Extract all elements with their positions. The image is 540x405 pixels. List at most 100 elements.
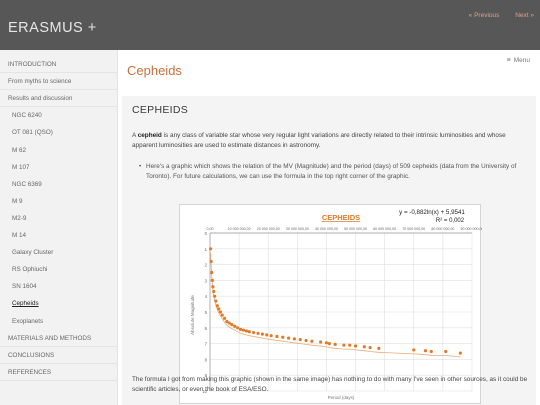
y-tick-label: 8	[205, 357, 208, 362]
data-point	[213, 294, 217, 298]
data-point	[298, 338, 302, 342]
sidebar-item-m2-9[interactable]: M2-9	[0, 210, 118, 227]
data-point	[256, 331, 260, 335]
data-point	[241, 328, 246, 332]
sidebar-item-cepheids[interactable]: Cepheids	[0, 295, 118, 312]
data-point	[209, 259, 213, 264]
sidebar-item-from-myths-to-science[interactable]: From myths to science	[0, 73, 118, 91]
data-point	[368, 345, 372, 350]
data-point	[222, 316, 227, 320]
hamburger-icon: ≡	[506, 57, 511, 64]
data-point	[220, 313, 224, 317]
data-point	[217, 307, 221, 311]
data-point	[304, 338, 308, 343]
sidebar-item-materials-and-methods[interactable]: MATERIALS AND METHODS	[0, 330, 118, 347]
data-point	[260, 332, 264, 336]
x-axis-label: Period (days)	[328, 395, 355, 400]
data-point	[211, 285, 215, 289]
sidebar-item-ngc-6369[interactable]: NGC 6369	[0, 176, 118, 193]
previous-link[interactable]: « Previous	[469, 12, 500, 19]
sidebar-item-sn-1604[interactable]: SN 1604	[0, 278, 118, 295]
sidebar-item-m-62[interactable]: M 62	[0, 142, 118, 159]
data-point	[247, 330, 251, 334]
data-point	[252, 330, 256, 335]
sidebar-item-conclusions[interactable]: CONCLUSIONS	[0, 347, 118, 364]
menu-label: Menu	[513, 57, 530, 64]
data-point	[348, 343, 352, 347]
data-point	[230, 323, 234, 327]
data-point	[412, 348, 416, 352]
x-tick-label: 60 000 000,00	[373, 227, 396, 231]
data-point	[210, 270, 214, 275]
data-point	[212, 289, 216, 294]
data-point	[238, 327, 243, 331]
main-content: Cepheids ≡ Menu CEPHEIDS A cepheid is any…	[118, 50, 540, 405]
data-point	[458, 351, 462, 355]
bullet-item: • Here's a graphic which shows the relati…	[139, 162, 530, 182]
menu-button[interactable]: ≡ Menu	[507, 57, 530, 64]
data-point	[236, 326, 240, 330]
y-tick-label: 5	[205, 310, 208, 315]
data-point	[208, 247, 213, 251]
bullet-text: Here's a graphic which shows the relatio…	[146, 163, 517, 180]
data-point	[327, 342, 331, 346]
sidebar-item-results-and-discussion[interactable]: Results and discussion	[0, 90, 118, 108]
data-point	[342, 343, 346, 347]
data-point	[265, 333, 269, 337]
data-point	[215, 304, 219, 308]
chart-r-squared: R² = 0,002	[436, 218, 465, 224]
data-point	[218, 310, 223, 314]
page-title: Cepheids	[127, 63, 182, 78]
data-point	[233, 324, 237, 328]
y-tick-label: 3	[205, 278, 208, 283]
sidebar: INTRODUCTION From myths to science Results…	[0, 50, 118, 405]
sidebar-item-ot-081-qso[interactable]: OT 081 (QSO)	[0, 124, 118, 141]
sidebar-item-m-9[interactable]: M 9	[0, 193, 118, 210]
y-axis-label: Absolute Magnitude	[190, 295, 195, 335]
data-point	[444, 349, 448, 354]
data-point	[214, 299, 218, 303]
bullet-dot-icon: •	[139, 163, 142, 170]
sidebar-item-introduction[interactable]: INTRODUCTION	[0, 56, 118, 73]
data-point	[333, 342, 337, 346]
closing-paragraph: The formula I got from making this graph…	[132, 376, 528, 393]
x-tick-label: 80 000 000,00	[431, 227, 454, 231]
data-point	[244, 329, 248, 333]
sidebar-item-ngc-6240[interactable]: NGC 6240	[0, 107, 118, 124]
sidebar-item-rs-ophiuchi[interactable]: RS Ophiuchi	[0, 261, 118, 278]
y-tick-label: 1	[205, 247, 208, 252]
x-tick-label: 40 000 000,00	[315, 227, 338, 231]
data-point	[210, 278, 214, 282]
sidebar-item-exoplanets[interactable]: Exoplanets	[0, 313, 118, 330]
x-tick-label: 20 000 000,00	[257, 227, 280, 231]
y-tick-label: 4	[205, 294, 208, 299]
chart-title: CEPHEIDS	[322, 213, 360, 222]
x-tick-label: 10 000 000,00	[228, 227, 251, 231]
section-heading: CEPHEIDS	[132, 104, 189, 116]
data-point	[362, 345, 366, 349]
data-point	[423, 349, 428, 353]
y-tick-label: 0	[205, 231, 208, 236]
site-title[interactable]: ERASMUS +	[8, 20, 97, 36]
data-point	[324, 341, 329, 345]
y-tick-label: 6	[205, 326, 208, 331]
pager: « Previous Next »	[455, 12, 534, 19]
intro-paragraph: A cepheid is any class of variable star …	[132, 131, 530, 151]
data-point	[319, 340, 323, 344]
data-point	[269, 334, 273, 338]
x-tick-label: 30 000 000,00	[286, 227, 309, 231]
x-tick-label: 70 000 000,00	[402, 227, 425, 231]
sidebar-item-galaxy-cluster[interactable]: Galaxy Cluster	[0, 244, 118, 261]
trendline	[210, 252, 461, 358]
next-link[interactable]: Next »	[515, 12, 534, 19]
data-point	[292, 337, 297, 341]
top-bar: ERASMUS + « Previous Next »	[0, 0, 540, 50]
y-tick-label: 2	[205, 263, 208, 268]
data-point	[281, 335, 285, 339]
sidebar-item-m-107[interactable]: M 107	[0, 159, 118, 176]
intro-rest: is any class of variable star whose very…	[132, 132, 506, 149]
sidebar-item-m-14[interactable]: M 14	[0, 227, 118, 244]
data-point	[377, 346, 381, 350]
data-point	[429, 349, 433, 354]
sidebar-item-references[interactable]: REFERENCES	[0, 364, 118, 381]
